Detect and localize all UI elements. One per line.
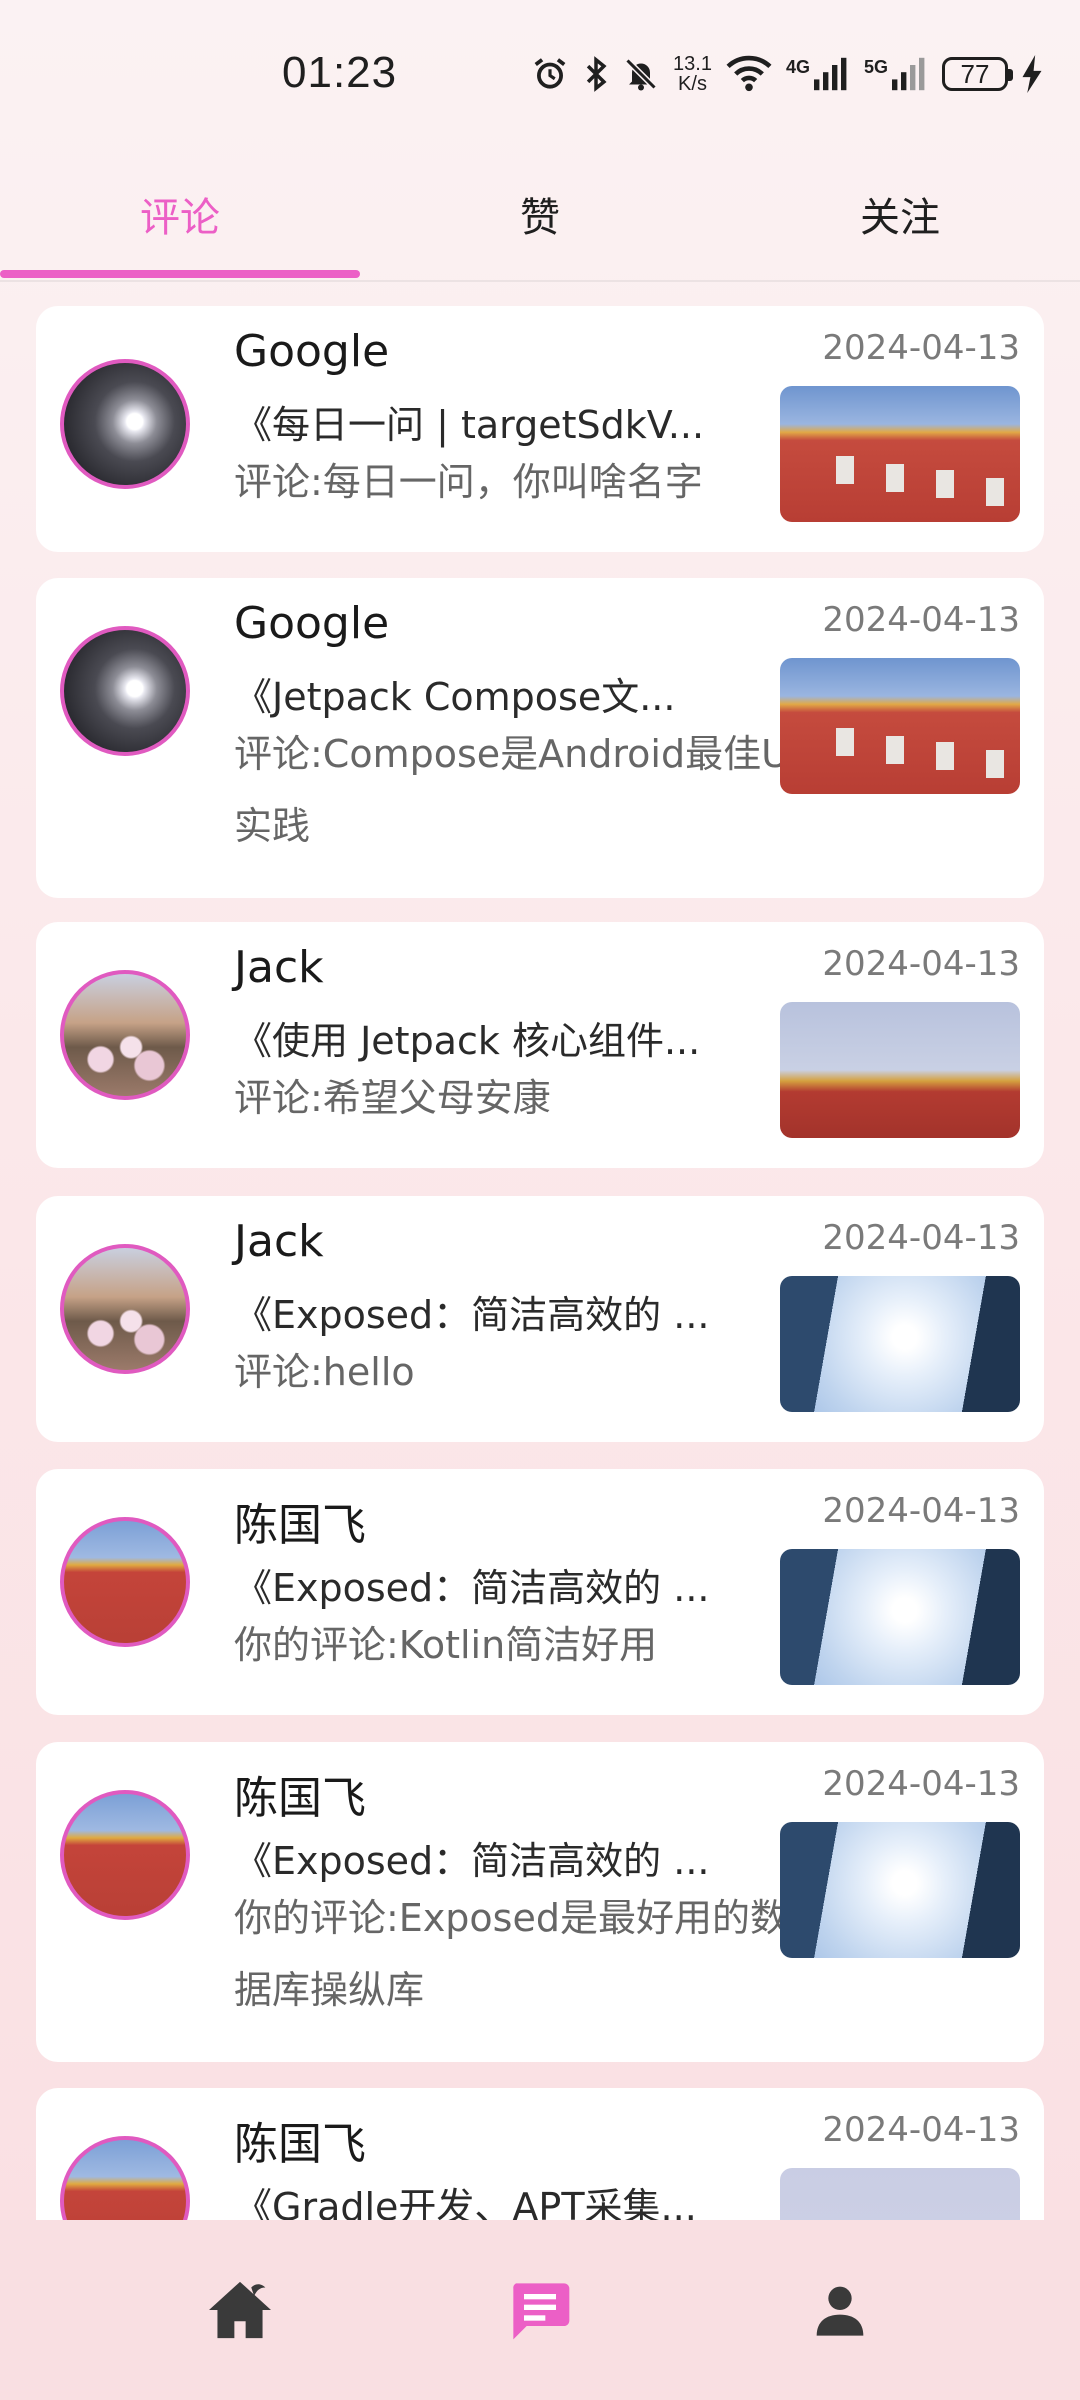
date: 2024-04-13 bbox=[822, 600, 1020, 640]
article-thumbnail[interactable] bbox=[780, 2168, 1020, 2220]
battery-indicator: 77 bbox=[942, 57, 1013, 91]
article-thumbnail[interactable] bbox=[780, 386, 1020, 522]
list-item[interactable]: Google 2024-04-13 《Jetpack Compose文... 评… bbox=[36, 578, 1044, 898]
date: 2024-04-13 bbox=[822, 1764, 1020, 1804]
comment-text: 评论:希望父母安康 bbox=[234, 1076, 551, 1120]
article-thumbnail[interactable] bbox=[780, 1549, 1020, 1685]
user-name: 陈国飞 bbox=[234, 1773, 366, 1824]
status-time: 01:23 bbox=[282, 48, 398, 97]
article-title: 《每日一问 | targetSdkV... bbox=[234, 403, 705, 447]
user-name: Jack bbox=[234, 942, 324, 993]
alarm-icon bbox=[534, 58, 566, 89]
avatar[interactable] bbox=[60, 2136, 190, 2220]
net-speed-unit: K/s bbox=[678, 73, 707, 95]
article-thumbnail[interactable] bbox=[780, 658, 1020, 794]
charging-bolt-icon bbox=[1022, 55, 1042, 93]
message-icon bbox=[513, 2283, 570, 2340]
avatar[interactable] bbox=[60, 1517, 190, 1647]
net-speed: 13.1 K/s bbox=[673, 54, 712, 94]
date: 2024-04-13 bbox=[822, 328, 1020, 368]
person-icon bbox=[816, 2286, 864, 2336]
signal-bars-icon bbox=[892, 57, 925, 91]
article-thumbnail[interactable] bbox=[780, 1276, 1020, 1412]
list-item[interactable]: Jack 2024-04-13 《使用 Jetpack 核心组件... 评论:希… bbox=[36, 922, 1044, 1168]
article-thumbnail[interactable] bbox=[780, 1822, 1020, 1958]
list-item[interactable]: 陈国飞 2024-04-13 《Exposed：简洁高效的 ... 你的评论:E… bbox=[36, 1742, 1044, 2062]
tab-label: 赞 bbox=[520, 195, 560, 241]
user-name: Jack bbox=[234, 1216, 324, 1267]
wifi-icon bbox=[726, 55, 772, 92]
user-name: 陈国飞 bbox=[234, 1500, 366, 1551]
comment-text: 评论:Compose是Android最佳UI实践 bbox=[234, 732, 801, 848]
signal-4g: 4G bbox=[786, 57, 850, 91]
article-title: 《Gradle开发、APT采集... bbox=[234, 2185, 697, 2220]
comment-text: 评论:每日一问，你叫啥名字 bbox=[234, 460, 703, 504]
tab-label: 关注 bbox=[860, 195, 940, 241]
avatar[interactable] bbox=[60, 970, 190, 1100]
mute-bell-icon bbox=[625, 58, 657, 91]
comment-text: 评论:hello bbox=[234, 1350, 415, 1394]
date: 2024-04-13 bbox=[822, 2110, 1020, 2150]
user-name: 陈国飞 bbox=[234, 2119, 366, 2170]
net-speed-value: 13.1 bbox=[673, 53, 712, 75]
user-name: Google bbox=[234, 598, 390, 649]
signal-bars-icon bbox=[813, 57, 847, 91]
list-item[interactable]: 陈国飞 2024-04-13 《Gradle开发、APT采集... bbox=[36, 2088, 1044, 2220]
list-item[interactable]: Jack 2024-04-13 《Exposed：简洁高效的 ... 评论:he… bbox=[36, 1196, 1044, 1442]
signal-5g-label: 5G bbox=[863, 57, 888, 77]
avatar[interactable] bbox=[60, 1790, 190, 1920]
nav-profile[interactable] bbox=[660, 2220, 1020, 2400]
tab-bar: 评论 赞 关注 bbox=[0, 150, 1080, 282]
comment-list[interactable]: Google 2024-04-13 《每日一问 | targetSdkV... … bbox=[0, 282, 1080, 2220]
article-title: 《Jetpack Compose文... bbox=[234, 675, 676, 719]
status-bar: 01:23 13.1 K/s 4G 5G 77 bbox=[0, 0, 1080, 130]
avatar[interactable] bbox=[60, 626, 190, 756]
article-title: 《使用 Jetpack 核心组件... bbox=[234, 1019, 701, 1063]
date: 2024-04-13 bbox=[822, 1491, 1020, 1531]
date: 2024-04-13 bbox=[822, 944, 1020, 984]
date: 2024-04-13 bbox=[822, 1218, 1020, 1258]
battery-level: 77 bbox=[960, 58, 990, 89]
tab-follows[interactable]: 关注 bbox=[720, 150, 1080, 278]
bottom-navigation bbox=[0, 2220, 1080, 2400]
article-title: 《Exposed：简洁高效的 ... bbox=[234, 1566, 710, 1610]
article-title: 《Exposed：简洁高效的 ... bbox=[234, 1839, 710, 1883]
avatar[interactable] bbox=[60, 359, 190, 489]
signal-4g-label: 4G bbox=[785, 57, 810, 77]
article-thumbnail[interactable] bbox=[780, 1002, 1020, 1138]
tab-indicator bbox=[0, 270, 360, 278]
list-item[interactable]: 陈国飞 2024-04-13 《Exposed：简洁高效的 ... 你的评论:K… bbox=[36, 1469, 1044, 1715]
comment-text: 你的评论:Exposed是最好用的数据库操纵库 bbox=[234, 1896, 788, 2012]
comment-text: 你的评论:Kotlin简洁好用 bbox=[234, 1623, 658, 1667]
signal-5g: 5G bbox=[864, 57, 928, 91]
user-name: Google bbox=[234, 326, 390, 377]
article-title: 《Exposed：简洁高效的 ... bbox=[234, 1293, 710, 1337]
tab-likes[interactable]: 赞 bbox=[360, 150, 720, 278]
bluetooth-icon bbox=[586, 56, 607, 92]
tab-label: 评论 bbox=[140, 195, 220, 241]
avatar[interactable] bbox=[60, 1244, 190, 1374]
tab-comments[interactable]: 评论 bbox=[0, 150, 360, 278]
list-item[interactable]: Google 2024-04-13 《每日一问 | targetSdkV... … bbox=[36, 306, 1044, 552]
status-icons: 13.1 K/s 4G 5G 77 bbox=[531, 54, 1042, 94]
home-icon bbox=[209, 2281, 271, 2339]
